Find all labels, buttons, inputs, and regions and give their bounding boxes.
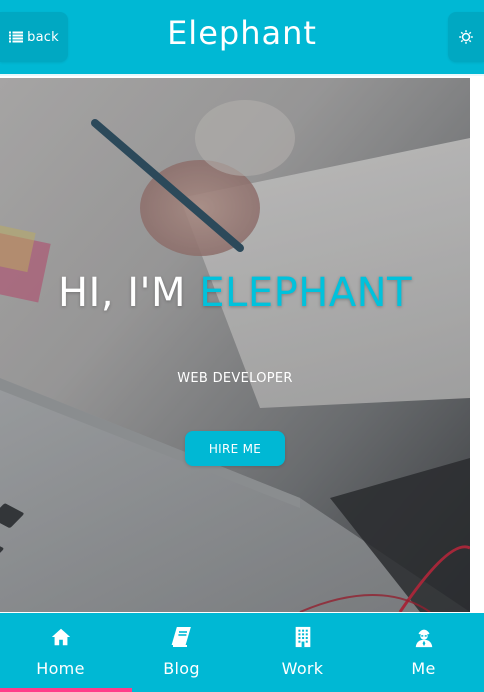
nav-item-me[interactable]: Me (363, 613, 484, 692)
hero-subtitle: WEB DEVELOPER (177, 371, 293, 386)
nav-item-home[interactable]: Home (0, 613, 121, 692)
user-icon (412, 625, 436, 649)
nav-label-blog: Blog (163, 659, 200, 678)
top-app-bar: back Elephant (0, 0, 484, 76)
hire-me-button[interactable]: HIRE ME (185, 431, 285, 466)
scrollbar-track[interactable] (470, 78, 484, 612)
nav-label-work: Work (281, 659, 324, 678)
settings-button[interactable] (448, 12, 484, 62)
home-icon (49, 625, 73, 649)
page-title: Elephant (167, 14, 317, 52)
hero-title-accent: ELEPHANT (199, 270, 413, 316)
hero-section: HI, I'M ELEPHANT WEB DEVELOPER HIRE ME (0, 78, 470, 612)
book-icon (170, 625, 194, 649)
hero-overlay (0, 78, 470, 612)
nav-label-home: Home (36, 659, 85, 678)
building-icon (291, 625, 315, 649)
hero-title: HI, I'M ELEPHANT (0, 270, 470, 316)
nav-item-blog[interactable]: Blog (121, 613, 242, 692)
nav-item-work[interactable]: Work (242, 613, 363, 692)
nav-label-me: Me (411, 659, 436, 678)
gear-icon (459, 30, 473, 44)
hero-title-prefix: HI, I'M (57, 270, 200, 316)
app-root: back Elephant HI, I'M ELEPHANT WEB DEVEL… (0, 0, 484, 692)
active-tab-indicator (0, 688, 132, 692)
bottom-navigation: Home Blog Work Me (0, 613, 484, 692)
